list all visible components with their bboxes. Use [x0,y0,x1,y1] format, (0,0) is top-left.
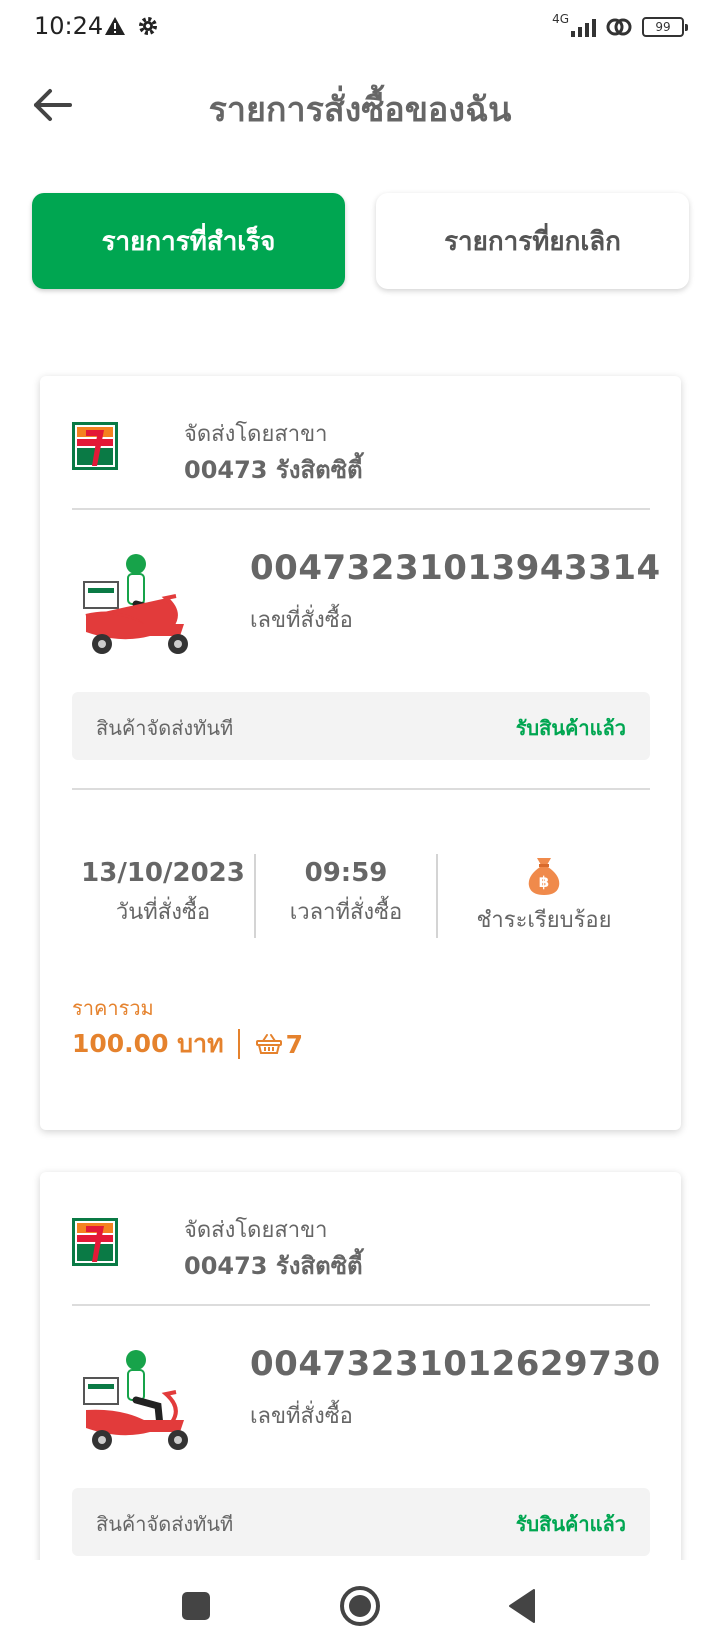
order-time-value: 09:59 [304,858,388,888]
svg-text:฿: ฿ [539,873,549,891]
status-time: 10:24 [34,12,104,40]
branch-info: จัดส่งโดยสาขา 00473 รังสิตซิตี้ [72,408,652,492]
delivery-status-row: สินค้าจัดส่งทันที รับสินค้าแล้ว [72,1488,650,1556]
order-list[interactable]: จัดส่งโดยสาขา 00473 รังสิตซิตี้ 00473231… [0,300,720,1560]
total-price-label: ราคารวม [72,996,154,1020]
order-number: 00473231012629730 [250,1344,661,1384]
tab-completed-orders[interactable]: รายการที่สำเร็จ [32,193,345,289]
order-date-label: วันที่สั่งซื้อ [115,900,211,925]
hotspot-icon [606,18,632,36]
branch-label: จัดส่งโดยสาขา [184,1218,328,1243]
delivery-status-row: สินค้าจัดส่งทันที รับสินค้าแล้ว [72,692,650,760]
branch-name: 00473 รังสิตซิตี้ [184,1252,363,1280]
money-bag-icon: ฿ [528,858,560,895]
header: รายการสั่งซื้อของฉัน [0,70,720,140]
order-number-label: เลขที่สั่งซื้อ [250,1404,353,1429]
order-date: 13/10/2023 วันที่สั่งซื้อ [72,854,254,938]
divider [237,1029,240,1059]
navigation-bar [0,1560,720,1650]
payment-status-label: ชำระเรียบร้อย [476,908,612,933]
tab-cancelled-orders[interactable]: รายการที่ยกเลิก [376,193,689,289]
order-number: 00473231013943314 [250,548,661,588]
payment-status: ฿ ชำระเรียบร้อย [438,854,650,938]
seven-eleven-logo-icon [72,422,118,470]
order-tabs: รายการที่สำเร็จ รายการที่ยกเลิก [32,193,692,289]
battery-icon: 99 [642,17,688,37]
divider [72,508,650,510]
order-summary: 13/10/2023 วันที่สั่งซื้อ 09:59 เวลาที่ส… [72,854,650,938]
divider [72,1304,650,1306]
page-title: รายการสั่งซื้อของฉัน [208,90,512,130]
delivery-scooter-icon [83,554,188,654]
order-time-label: เวลาที่สั่งซื้อ [289,900,403,925]
status-bar: 10:24 4G 99 [0,0,720,56]
network-label: 4G [552,12,569,26]
delivery-type: สินค้าจัดส่งทันที [96,716,234,740]
branch-name: 00473 รังสิตซิตี้ [184,456,363,484]
item-count: 7 [285,1029,303,1059]
battery-level: 99 [655,20,671,34]
branch-label: จัดส่งโดยสาขา [184,422,328,447]
order-number-label: เลขที่สั่งซื้อ [250,608,353,633]
order-card[interactable]: จัดส่งโดยสาขา 00473 รังสิตซิตี้ 00473231… [40,376,681,1130]
total-price: 100.00 บาท [72,1029,224,1058]
branch-info: จัดส่งโดยสาขา 00473 รังสิตซิตี้ [72,1204,652,1288]
total-price-row: 100.00 บาท 7 [72,1026,303,1062]
delivery-type: สินค้าจัดส่งทันที [96,1512,234,1536]
order-card[interactable]: จัดส่งโดยสาขา 00473 รังสิตซิตี้ 00473231… [40,1172,681,1560]
delivery-status: รับสินค้าแล้ว [515,716,626,740]
delivery-status: รับสินค้าแล้ว [515,1512,626,1536]
warning-icon [105,17,125,35]
back-triangle-icon[interactable] [500,1582,548,1630]
home-icon[interactable] [336,1582,384,1630]
order-date-value: 13/10/2023 [81,858,245,888]
recent-apps-icon[interactable] [172,1582,220,1630]
signal-icon [571,17,596,37]
order-time: 09:59 เวลาที่สั่งซื้อ [256,854,436,938]
gear-icon [139,17,157,35]
status-indicators: 4G 99 [544,12,688,42]
divider [72,788,650,790]
basket-icon [255,1034,282,1054]
seven-eleven-logo-icon [72,1218,118,1266]
delivery-scooter-icon [83,1350,188,1450]
screen: 10:24 4G 99 รายการสั่งซื้อของฉัน รายการท… [0,0,720,1650]
